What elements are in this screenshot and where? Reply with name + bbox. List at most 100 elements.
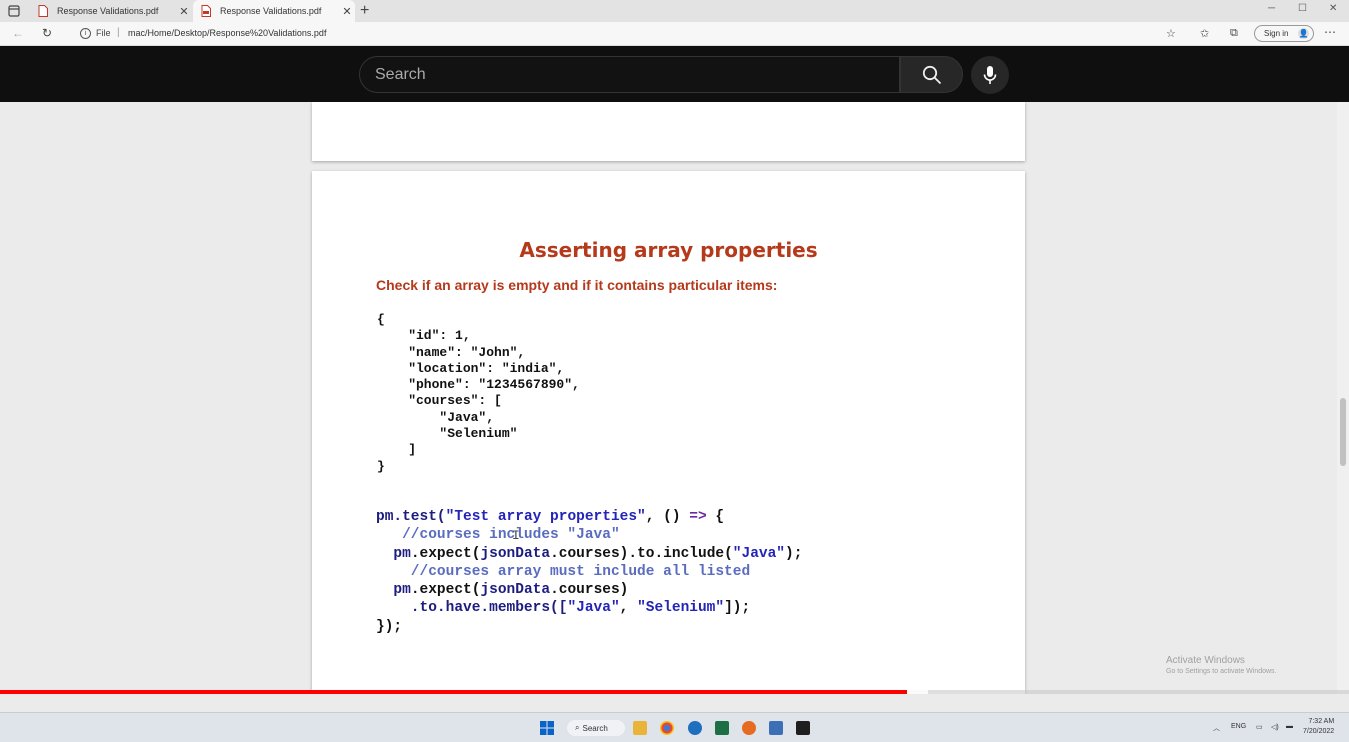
edge-icon[interactable] bbox=[688, 721, 702, 735]
code-token: , () bbox=[645, 509, 690, 525]
search-icon bbox=[922, 65, 941, 84]
maximize-icon[interactable]: ☐ bbox=[1298, 3, 1307, 14]
volume-icon[interactable]: ◁) bbox=[1271, 723, 1279, 731]
code-line: pm.expect(jsonData.courses) bbox=[376, 581, 802, 599]
code-line: }); bbox=[376, 618, 403, 635]
vertical-scrollbar[interactable]: ▼ bbox=[1337, 102, 1349, 712]
code-token: "Selenium" bbox=[637, 600, 725, 617]
tab-actions-icon[interactable] bbox=[8, 4, 22, 18]
url-scheme: File bbox=[96, 28, 111, 38]
collections-icon[interactable]: ⧉ bbox=[1230, 27, 1238, 40]
clock[interactable]: 7:32 AM 7/20/2022 bbox=[1303, 717, 1334, 737]
code-token: "Java" bbox=[732, 545, 786, 562]
search-box bbox=[359, 56, 900, 93]
video-progress-bar[interactable] bbox=[0, 690, 1349, 694]
code-token: "Test array properties" bbox=[445, 509, 646, 525]
browser-tab-2[interactable]: Response Validations.pdf ✕ bbox=[193, 0, 355, 22]
refresh-icon[interactable]: ↻ bbox=[42, 26, 52, 40]
code-line: pm.expect(jsonData.courses).to.include("… bbox=[376, 545, 802, 563]
favorite-star-icon[interactable]: ☆ bbox=[1166, 27, 1176, 40]
page-title: Asserting array properties bbox=[519, 238, 818, 262]
code-line: .to.have.members(["Java", "Selenium"]); bbox=[376, 599, 802, 617]
taskbar-search[interactable]: ⌕ Search bbox=[567, 720, 625, 736]
terminal-icon[interactable] bbox=[796, 721, 810, 735]
close-window-icon[interactable]: ✕ bbox=[1329, 3, 1337, 14]
windows-taskbar: ⌕ Search ︿ ENG ▭ ◁) ▬ 7:32 AM 7/20/2022 bbox=[0, 712, 1349, 742]
notepad-icon[interactable] bbox=[769, 721, 783, 735]
url-input[interactable]: mac/Home/Desktop/Response%20Validations.… bbox=[128, 28, 326, 38]
text-cursor-icon: I bbox=[512, 528, 520, 543]
code-line: "name": "John", bbox=[377, 344, 526, 360]
code-line: "Java", bbox=[377, 409, 495, 425]
code-token: .expect( bbox=[410, 582, 481, 599]
favorites-icon[interactable]: ✩ bbox=[1200, 27, 1209, 40]
url-separator: | bbox=[117, 27, 120, 38]
code-token: => bbox=[689, 509, 707, 525]
activate-windows-watermark: Activate Windows Go to Settings to activ… bbox=[1166, 655, 1277, 675]
code-line: pm.test("Test array properties", () => { bbox=[376, 508, 802, 526]
code-token: pm bbox=[376, 545, 411, 562]
code-comment: //courses includes "Java" bbox=[376, 527, 620, 544]
code-token: jsonData bbox=[480, 545, 551, 562]
new-tab-icon[interactable]: + bbox=[360, 2, 369, 20]
viewer-bottom-area bbox=[0, 694, 1349, 712]
test-code-block: pm.test("Test array properties", () => {… bbox=[376, 508, 802, 636]
microphone-icon bbox=[983, 66, 997, 84]
language-indicator[interactable]: ENG bbox=[1231, 723, 1246, 730]
clock-date: 7/20/2022 bbox=[1303, 728, 1335, 735]
file-explorer-icon[interactable] bbox=[633, 721, 647, 735]
search-button[interactable] bbox=[900, 56, 963, 93]
pdf-viewer[interactable]: Asserting array properties Check if an a… bbox=[0, 102, 1337, 712]
chevron-up-icon[interactable]: ︿ bbox=[1213, 723, 1220, 733]
page-subtitle: Check if an array is empty and if it con… bbox=[376, 277, 778, 293]
taskbar-search-label: Search bbox=[582, 723, 608, 733]
windows-start-icon[interactable] bbox=[540, 721, 554, 735]
back-icon[interactable]: ← bbox=[12, 26, 24, 40]
code-token: ); bbox=[785, 545, 803, 562]
postman-icon[interactable] bbox=[742, 721, 756, 735]
pdf-file-icon bbox=[201, 5, 211, 17]
code-line: "Selenium" bbox=[377, 426, 518, 442]
code-line: { bbox=[377, 312, 385, 327]
code-token: .courses).to.include( bbox=[550, 545, 733, 562]
code-line: "courses": [ bbox=[377, 393, 502, 409]
previous-pdf-page bbox=[312, 102, 1025, 161]
code-comment: //courses array must include all listed bbox=[376, 563, 751, 580]
profile-icon: 👤 bbox=[1298, 28, 1309, 39]
excel-icon[interactable] bbox=[715, 721, 729, 735]
code-token: .to.have.members([ bbox=[376, 600, 568, 617]
address-bar: ← ↻ i File | mac/Home/Desktop/Response%2… bbox=[0, 22, 1349, 46]
screen: Response Validations.pdf ✕ Response Vali… bbox=[0, 0, 1349, 742]
code-line: "phone": "1234567890", bbox=[377, 377, 580, 393]
code-token: .expect( bbox=[410, 545, 481, 562]
browser-tab-1[interactable]: Response Validations.pdf ✕ bbox=[30, 0, 192, 22]
code-line: "id": 1, bbox=[377, 328, 471, 344]
search-input[interactable] bbox=[375, 63, 875, 87]
code-token: .courses) bbox=[550, 582, 629, 599]
code-token: { bbox=[706, 509, 725, 525]
code-token: pm bbox=[376, 509, 394, 525]
pdf-page: Asserting array properties Check if an a… bbox=[312, 171, 1025, 712]
more-options-icon[interactable]: ⋯ bbox=[1324, 25, 1336, 39]
code-token: "Java" bbox=[567, 600, 620, 617]
close-tab-icon[interactable]: ✕ bbox=[339, 5, 355, 18]
chrome-icon[interactable] bbox=[660, 721, 674, 735]
search-icon: ⌕ bbox=[575, 723, 580, 732]
watermark-line-2: Go to Settings to activate Windows. bbox=[1166, 668, 1277, 675]
sign-in-label: Sign in bbox=[1264, 29, 1289, 38]
code-line: } bbox=[377, 458, 385, 474]
pdf-file-icon bbox=[38, 5, 48, 17]
sign-in-button[interactable]: Sign in 👤 bbox=[1254, 25, 1314, 42]
scrollbar-thumb[interactable] bbox=[1340, 398, 1346, 466]
minimize-icon[interactable]: ─ bbox=[1268, 3, 1275, 14]
close-tab-icon[interactable]: ✕ bbox=[176, 5, 192, 18]
voice-search-button[interactable] bbox=[971, 56, 1009, 94]
info-icon[interactable]: i bbox=[80, 28, 91, 39]
code-token: pm bbox=[376, 582, 411, 599]
watermark-line-1: Activate Windows bbox=[1166, 655, 1245, 666]
code-token: jsonData bbox=[480, 582, 551, 599]
code-token: , bbox=[619, 600, 638, 617]
code-token: .test( bbox=[393, 509, 446, 525]
battery-icon[interactable]: ▬ bbox=[1286, 723, 1293, 730]
network-icon[interactable]: ▭ bbox=[1256, 723, 1263, 731]
